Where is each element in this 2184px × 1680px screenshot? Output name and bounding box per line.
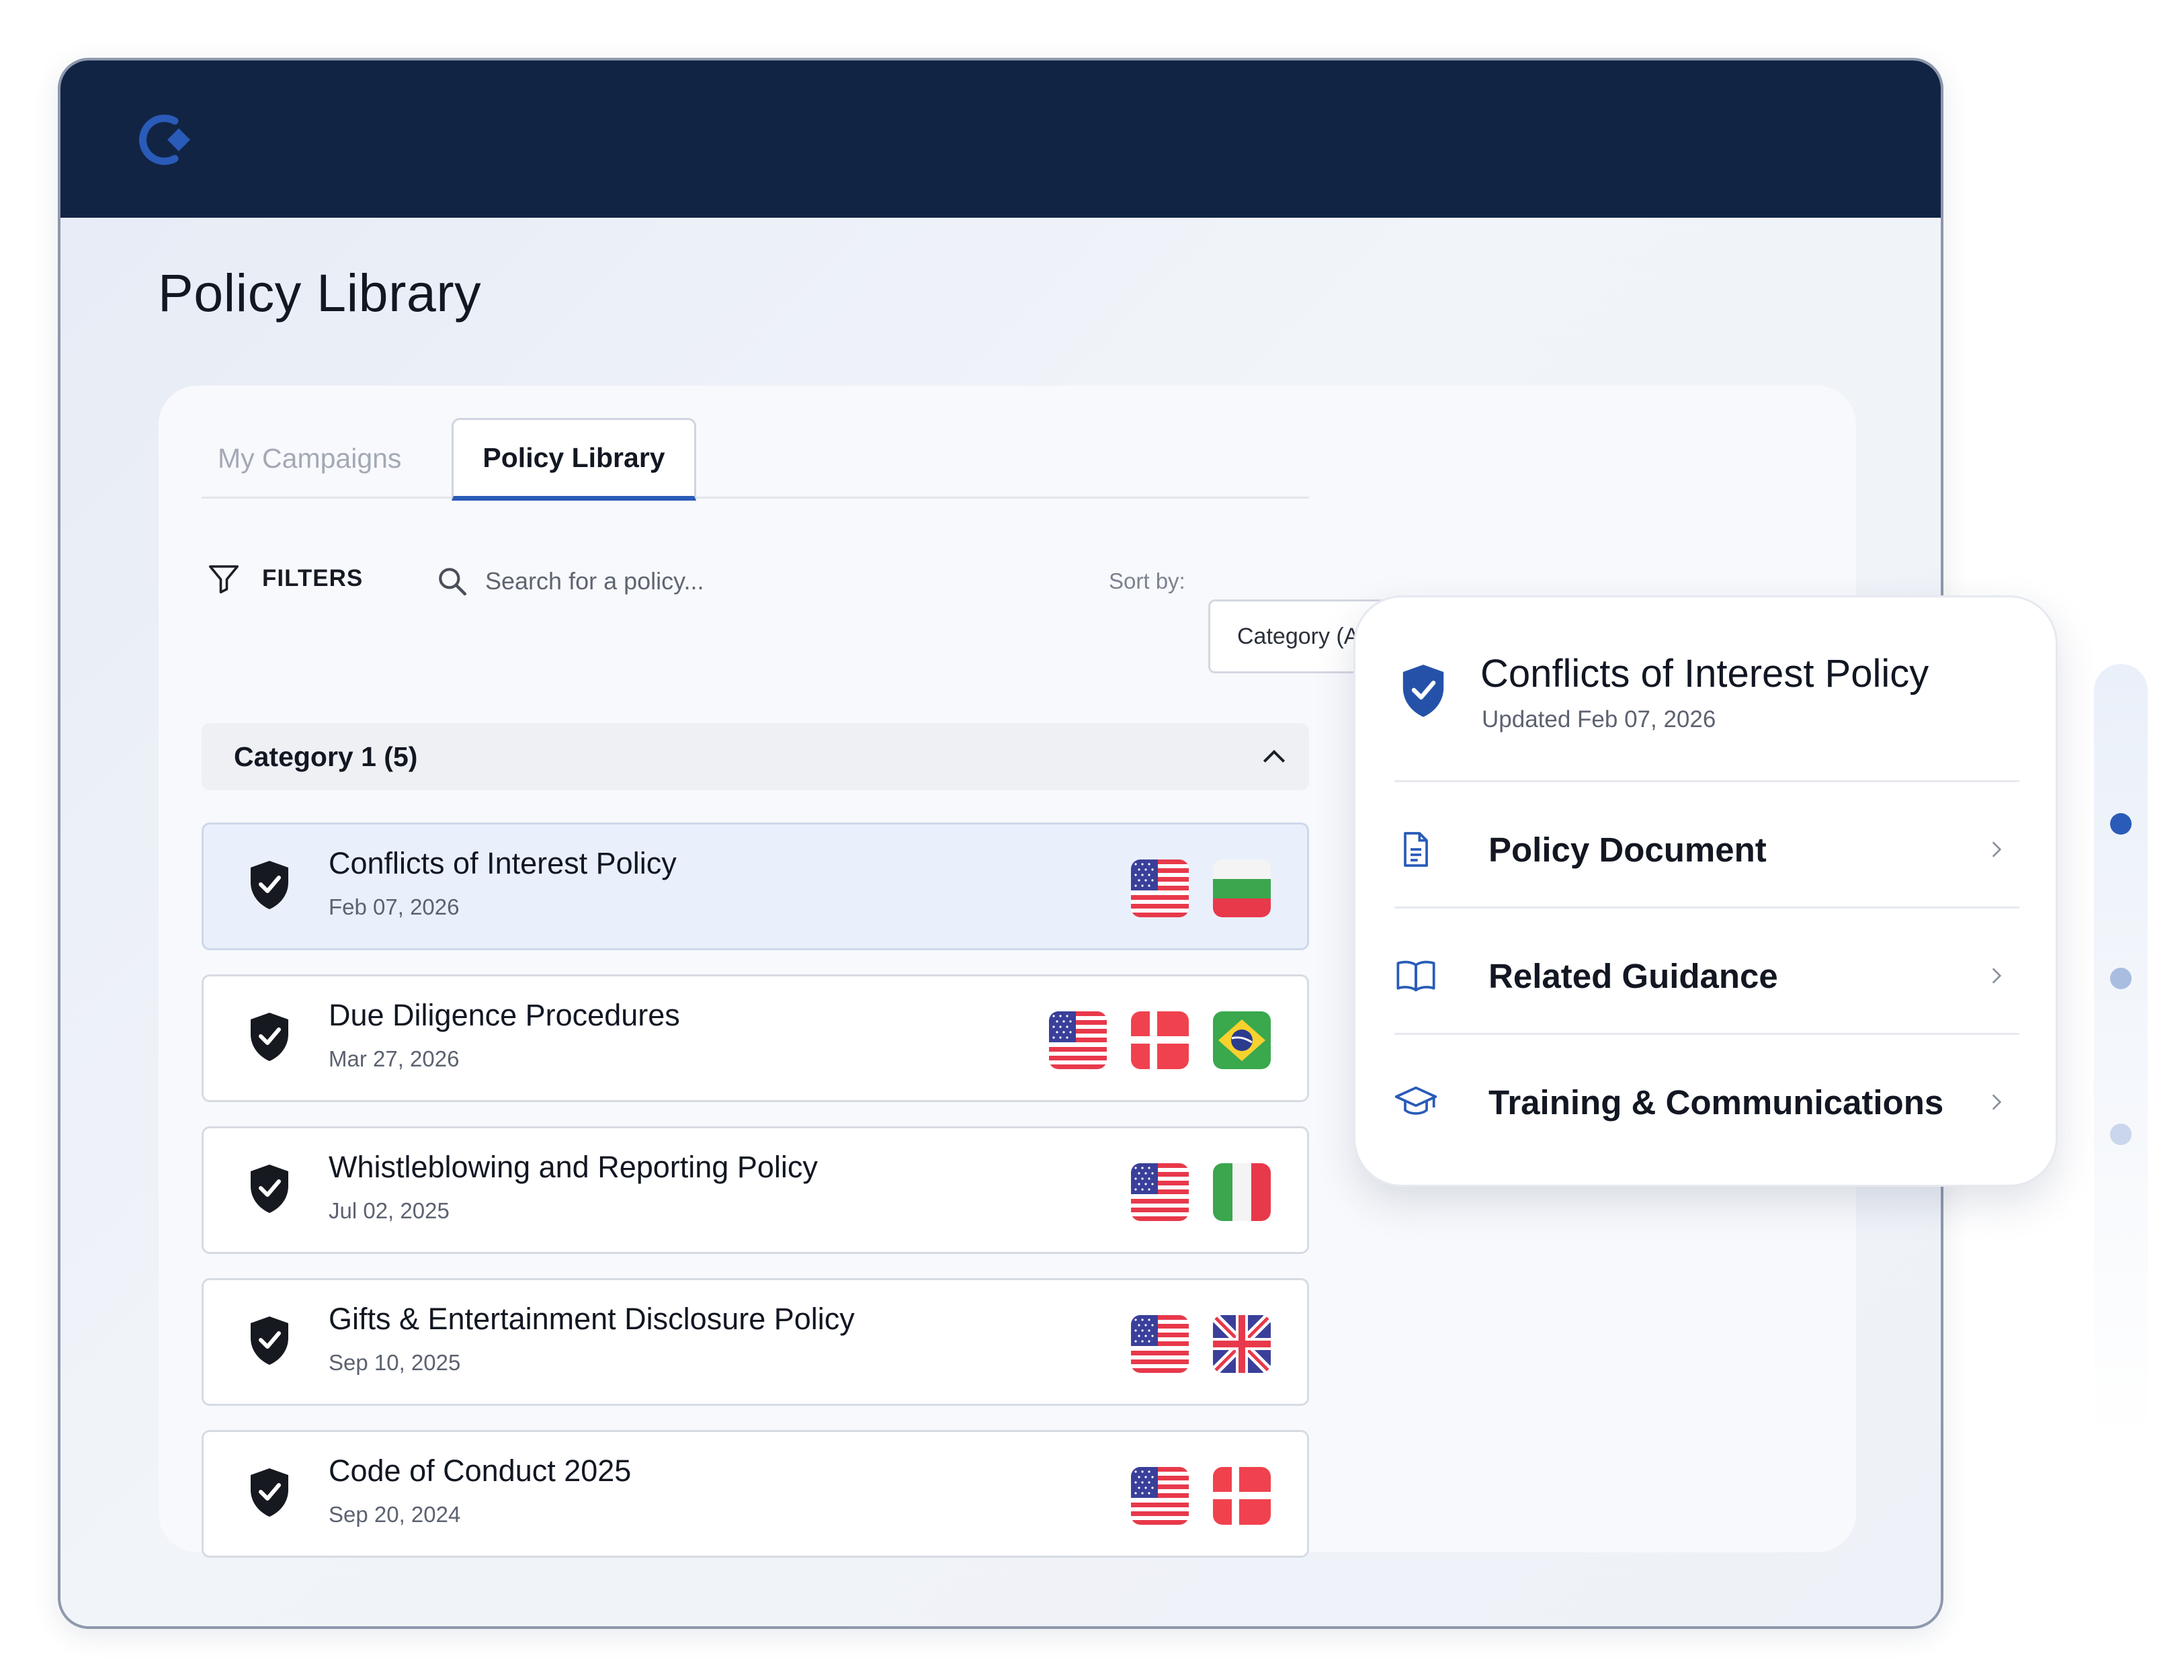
brand-logo-icon[interactable]: [136, 112, 196, 168]
bulgaria-flag-icon: [1213, 859, 1271, 917]
language-flags: [1131, 859, 1271, 917]
policy-row-whistleblowing[interactable]: Whistleblowing and Reporting Policy Jul …: [202, 1126, 1309, 1254]
tab-my-campaigns[interactable]: My Campaigns: [202, 418, 457, 499]
top-navigation-bar: [60, 60, 1941, 218]
book-icon: [1396, 960, 1435, 992]
italy-flag-icon: [1213, 1163, 1271, 1221]
document-icon: [1404, 832, 1428, 867]
divider: [1394, 780, 2019, 782]
category-label: Category 1 (5): [234, 741, 418, 772]
divider: [1394, 1033, 2019, 1035]
policy-row-conflicts-of-interest[interactable]: Conflicts of Interest Policy Feb 07, 202…: [202, 823, 1309, 950]
uk-flag-icon: [1213, 1315, 1271, 1373]
shield-check-icon: [251, 1316, 288, 1365]
policy-row-code-of-conduct[interactable]: Code of Conduct 2025 Sep 20, 2024: [202, 1430, 1309, 1558]
policy-title: Due Diligence Procedures: [329, 998, 680, 1032]
policy-date: Mar 27, 2026: [329, 1046, 460, 1071]
chevron-right-icon: [1992, 1094, 2002, 1110]
language-flags: [1131, 1163, 1271, 1221]
detail-updated-date: Updated Feb 07, 2026: [1482, 706, 1716, 732]
chevron-right-icon: [1992, 841, 2002, 857]
training-communications-label: Training & Communications: [1488, 1083, 1944, 1122]
us-flag-icon: [1131, 859, 1189, 917]
carousel-pager: [2094, 664, 2148, 1443]
us-flag-icon: [1131, 1467, 1189, 1525]
us-flag-icon: [1049, 1011, 1107, 1069]
search-placeholder: Search for a policy...: [485, 567, 704, 595]
sort-label: Sort by:: [1109, 569, 1185, 593]
shield-check-icon: [1402, 665, 1444, 717]
us-flag-icon: [1131, 1315, 1189, 1373]
search-input[interactable]: Search for a policy...: [435, 558, 839, 605]
policy-row-gifts-entertainment[interactable]: Gifts & Entertainment Disclosure Policy …: [202, 1278, 1309, 1406]
policy-title: Whistleblowing and Reporting Policy: [329, 1150, 818, 1184]
denmark-flag-icon: [1131, 1011, 1189, 1069]
pager-dot-active[interactable]: [2110, 813, 2132, 835]
us-flag-icon: [1131, 1163, 1189, 1221]
policy-date: Sep 20, 2024: [329, 1502, 461, 1527]
shield-check-icon: [251, 1165, 288, 1213]
policy-row-due-diligence[interactable]: Due Diligence Procedures Mar 27, 2026: [202, 974, 1309, 1102]
shield-check-icon: [251, 1468, 288, 1517]
divider: [1394, 907, 2019, 909]
language-flags: [1049, 1011, 1271, 1069]
policy-detail-card: Conflicts of Interest Policy Updated Feb…: [1353, 595, 2058, 1187]
policy-title: Conflicts of Interest Policy: [329, 846, 677, 880]
shield-check-icon: [251, 861, 288, 909]
tab-policy-library[interactable]: Policy Library: [452, 418, 696, 501]
training-communications-link[interactable]: Training & Communications: [1394, 1040, 2019, 1165]
category-header[interactable]: Category 1 (5): [202, 723, 1309, 790]
language-flags: [1131, 1315, 1271, 1373]
chevron-right-icon: [1992, 968, 2002, 984]
filters-label: FILTERS: [262, 565, 364, 591]
page-title: Policy Library: [158, 263, 482, 323]
shield-check-icon: [251, 1013, 288, 1061]
policy-title: Code of Conduct 2025: [329, 1454, 632, 1488]
denmark-flag-icon: [1213, 1467, 1271, 1525]
tab-bar: My Campaigns Policy Library: [202, 418, 1309, 501]
brazil-flag-icon: [1213, 1011, 1271, 1069]
pager-dot[interactable]: [2110, 968, 2132, 989]
search-icon: [439, 568, 467, 596]
policy-date: Feb 07, 2026: [329, 894, 460, 919]
related-guidance-link[interactable]: Related Guidance: [1394, 913, 2019, 1038]
filters-button[interactable]: FILTERS: [206, 560, 363, 597]
policy-title: Gifts & Entertainment Disclosure Policy: [329, 1302, 855, 1336]
policy-date: Sep 10, 2025: [329, 1350, 461, 1375]
detail-title: Conflicts of Interest Policy: [1480, 652, 1929, 696]
language-flags: [1131, 1467, 1271, 1525]
related-guidance-label: Related Guidance: [1488, 956, 1778, 995]
policy-document-label: Policy Document: [1488, 830, 1767, 869]
policy-date: Jul 02, 2025: [329, 1198, 450, 1223]
chevron-up-icon[interactable]: [1259, 742, 1289, 771]
filter-icon: [208, 565, 239, 594]
graduation-cap-icon: [1394, 1086, 1437, 1115]
pager-dot[interactable]: [2110, 1124, 2132, 1145]
policy-document-link[interactable]: Policy Document: [1394, 787, 2019, 912]
